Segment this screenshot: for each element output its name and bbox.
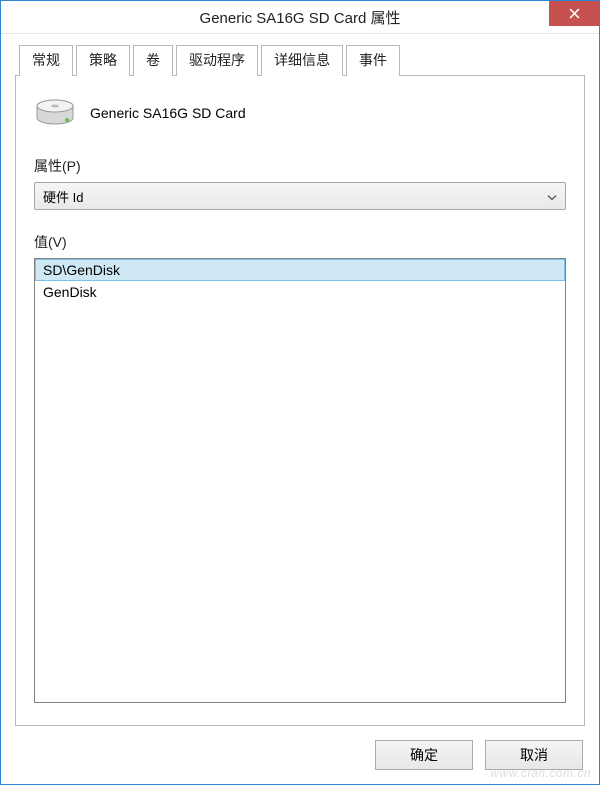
close-icon: [569, 8, 580, 19]
chevron-down-icon: [547, 189, 557, 204]
dialog-buttons: 确定 取消: [15, 740, 585, 770]
property-label: 属性(P): [34, 156, 566, 176]
tab-details[interactable]: 详细信息: [261, 45, 343, 76]
value-listbox[interactable]: SD\GenDisk GenDisk: [34, 258, 566, 703]
window-title: Generic SA16G SD Card 属性: [200, 7, 401, 28]
tab-policies[interactable]: 策略: [76, 45, 130, 76]
titlebar[interactable]: Generic SA16G SD Card 属性: [1, 1, 599, 34]
property-selected-value: 硬件 Id: [43, 187, 83, 206]
tab-events[interactable]: 事件: [346, 45, 400, 76]
tab-driver[interactable]: 驱动程序: [176, 45, 258, 76]
tab-volumes[interactable]: 卷: [133, 45, 173, 76]
property-dropdown[interactable]: 硬件 Id: [34, 182, 566, 210]
client-area: 常规 策略 卷 驱动程序 详细信息 事件 Generic SA16G SD: [1, 34, 599, 784]
device-name: Generic SA16G SD Card: [90, 105, 246, 121]
device-header: Generic SA16G SD Card: [34, 98, 566, 128]
tab-strip: 常规 策略 卷 驱动程序 详细信息 事件: [15, 44, 585, 75]
cancel-button[interactable]: 取消: [485, 740, 583, 770]
disk-drive-icon: [34, 98, 76, 128]
list-item[interactable]: SD\GenDisk: [35, 259, 565, 281]
tab-general[interactable]: 常规: [19, 45, 73, 76]
properties-dialog: Generic SA16G SD Card 属性 常规 策略 卷 驱动程序 详细…: [0, 0, 600, 785]
close-button[interactable]: [549, 1, 599, 26]
tab-panel-details: Generic SA16G SD Card 属性(P) 硬件 Id 值(V) S…: [15, 75, 585, 726]
list-item[interactable]: GenDisk: [35, 281, 565, 303]
value-label: 值(V): [34, 232, 566, 252]
ok-button[interactable]: 确定: [375, 740, 473, 770]
